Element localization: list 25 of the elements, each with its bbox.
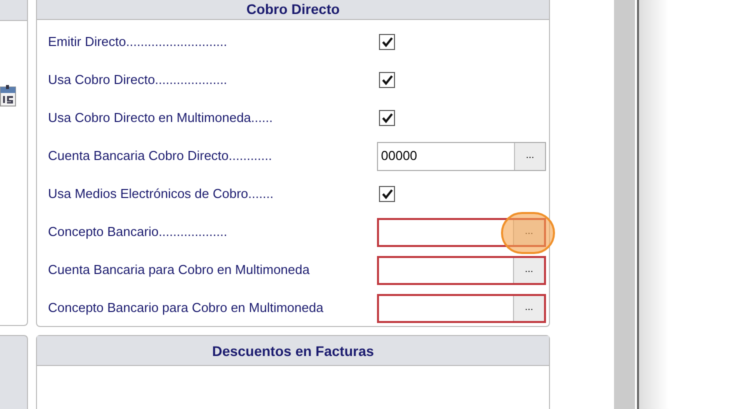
field-label: Emitir Directo............................ xyxy=(48,33,228,52)
checkmark-icon xyxy=(382,189,392,199)
field-label: Concepto Bancario................... xyxy=(48,223,228,242)
calendar-icon[interactable] xyxy=(0,85,16,107)
lookup-button[interactable]: ... xyxy=(513,258,544,282)
field-label: Concepto Bancario para Cobro en Multimoneda xyxy=(48,299,324,318)
checkbox[interactable] xyxy=(379,186,395,202)
checkmark-icon xyxy=(382,113,392,123)
checkbox[interactable] xyxy=(379,72,395,88)
checkmark-icon xyxy=(382,75,392,85)
checkbox[interactable] xyxy=(379,110,395,126)
field-label: Cuenta Bancaria Cobro Directo............ xyxy=(48,147,273,166)
input-field[interactable]: ... xyxy=(377,256,546,284)
panel-title: Cobro Directo xyxy=(37,0,549,20)
input-field[interactable]: 00000 ... xyxy=(377,142,546,170)
lookup-button[interactable]: ... xyxy=(514,142,545,170)
input-field[interactable]: ... xyxy=(377,294,546,322)
field-label: Usa Medios Electrónicos de Cobro....... xyxy=(48,185,274,204)
field-label: Usa Cobro Directo.................... xyxy=(48,71,228,90)
checkbox[interactable] xyxy=(379,34,395,50)
lookup-button[interactable]: ... xyxy=(513,296,544,320)
panel-title: Descuentos en Facturas xyxy=(37,336,549,366)
field-label: Usa Cobro Directo en Multimoneda...... xyxy=(48,109,274,128)
field-label: Cuenta Bancaria para Cobro en Multimoneda xyxy=(48,261,311,280)
checkmark-icon xyxy=(382,37,392,47)
